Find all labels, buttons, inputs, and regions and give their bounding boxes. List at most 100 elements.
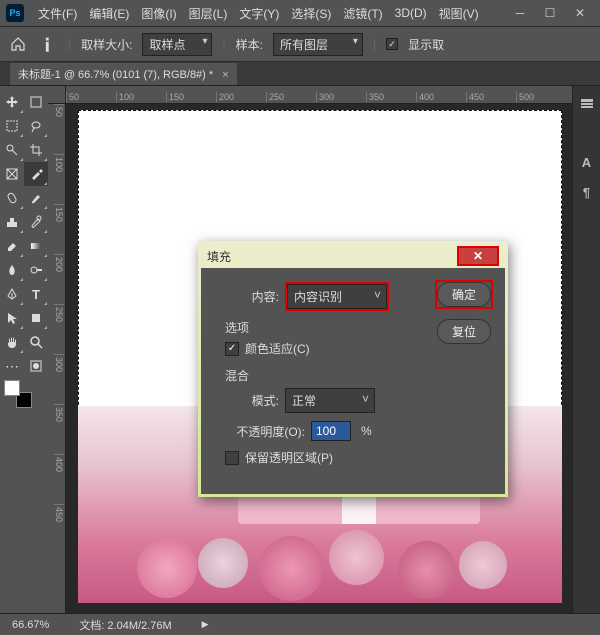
menu-type[interactable]: 文字(Y) xyxy=(233,2,285,25)
dialog-close-button[interactable]: ✕ xyxy=(457,246,499,266)
status-chevron-icon[interactable]: ▶ xyxy=(202,619,209,630)
ruler-tick: 200 xyxy=(216,92,266,102)
marquee-tool[interactable] xyxy=(0,114,24,138)
ruler-tick: 50 xyxy=(66,92,116,102)
type-tool[interactable]: T xyxy=(24,282,48,306)
ruler-tick: 150 xyxy=(54,204,64,254)
ruler-tick: 450 xyxy=(466,92,516,102)
menu-filter[interactable]: 滤镜(T) xyxy=(337,2,388,25)
preserve-trans-checkbox[interactable] xyxy=(225,451,239,465)
opacity-input[interactable]: 100 xyxy=(311,421,351,441)
frame-tool[interactable] xyxy=(0,162,24,186)
move-tool[interactable] xyxy=(0,90,24,114)
menu-image[interactable]: 图像(I) xyxy=(135,2,182,25)
ruler-origin[interactable] xyxy=(48,86,66,104)
color-adapt-checkbox[interactable]: ✓ xyxy=(225,342,239,356)
dialog-body: 确定 复位 内容: 内容识别 选项 ✓ 颜色适应(C) 混合 模式: 正常 xyxy=(201,268,505,494)
minimize-button[interactable]: ─ xyxy=(506,3,534,23)
zoom-level[interactable]: 66.67% xyxy=(12,619,49,631)
mode-dropdown[interactable]: 正常 xyxy=(285,388,375,413)
ruler-tick: 50 xyxy=(54,104,64,154)
menu-3d[interactable]: 3D(D) xyxy=(389,3,433,23)
ruler-tick: 300 xyxy=(316,92,366,102)
artboard-tool[interactable] xyxy=(24,90,48,114)
ruler-tick: 400 xyxy=(54,454,64,504)
history-panel-icon[interactable] xyxy=(577,94,597,114)
eyedropper-icon[interactable] xyxy=(35,31,62,58)
healing-tool[interactable] xyxy=(0,186,24,210)
brush-tool[interactable] xyxy=(24,186,48,210)
paragraph-panel-icon[interactable]: ¶ xyxy=(577,182,597,202)
blend-section-label: 混合 xyxy=(225,367,491,384)
content-dropdown[interactable]: 内容识别 xyxy=(287,284,387,309)
status-bar: 66.67% 文档: 2.04M/2.76M ▶ xyxy=(0,613,600,635)
reset-button[interactable]: 复位 xyxy=(437,319,491,344)
color-adapt-label: 颜色适应(C) xyxy=(245,340,310,357)
menu-bar: Ps 文件(F) 编辑(E) 图像(I) 图层(L) 文字(Y) 选择(S) 滤… xyxy=(0,0,600,26)
maximize-button[interactable]: ☐ xyxy=(536,3,564,23)
flowers xyxy=(102,504,538,603)
menu-layer[interactable]: 图层(L) xyxy=(183,2,234,25)
dialog-titlebar[interactable]: 填充 ✕ xyxy=(201,244,505,268)
quick-mask[interactable] xyxy=(24,354,48,378)
app-logo: Ps xyxy=(6,4,24,22)
dodge-tool[interactable] xyxy=(24,258,48,282)
sample-size-dropdown[interactable]: 取样点 xyxy=(142,33,212,56)
mode-label: 模式: xyxy=(215,392,285,409)
preserve-trans-label: 保留透明区域(P) xyxy=(245,449,333,466)
options-bar: | 取样大小: 取样点 | 样本: 所有图层 | ✓ 显示取 xyxy=(0,26,600,62)
sample-label: 样本: xyxy=(236,36,263,53)
ruler-horizontal[interactable]: 50 100 150 200 250 300 350 400 450 500 xyxy=(66,86,572,104)
sample-dropdown[interactable]: 所有图层 xyxy=(273,33,363,56)
menu-file[interactable]: 文件(F) xyxy=(32,2,83,25)
menu-select[interactable]: 选择(S) xyxy=(285,2,337,25)
show-ring-label: 显示取 xyxy=(408,36,444,53)
menu-view[interactable]: 视图(V) xyxy=(433,2,485,25)
close-window-button[interactable]: ✕ xyxy=(566,3,594,23)
path-select-tool[interactable] xyxy=(0,306,24,330)
window-controls: ─ ☐ ✕ xyxy=(506,3,594,23)
zoom-tool[interactable] xyxy=(24,330,48,354)
quick-select-tool[interactable] xyxy=(0,138,24,162)
document-tab-bar: 未标题-1 @ 66.7% (0101 (7), RGB/8#) * × xyxy=(0,62,600,86)
shape-tool[interactable] xyxy=(24,306,48,330)
document-tab-close[interactable]: × xyxy=(222,69,228,81)
ruler-tick: 300 xyxy=(54,354,64,404)
eyedropper-tool[interactable] xyxy=(24,162,48,186)
ruler-tick: 200 xyxy=(54,254,64,304)
edit-toolbar[interactable]: ⋯ xyxy=(0,354,24,378)
ok-button[interactable]: 确定 xyxy=(437,282,491,307)
home-icon[interactable] xyxy=(8,35,28,53)
show-ring-checkbox[interactable]: ✓ xyxy=(386,38,398,50)
document-tab-title: 未标题-1 @ 66.7% (0101 (7), RGB/8#) * xyxy=(18,69,213,81)
ruler-tick: 500 xyxy=(516,92,566,102)
hand-tool[interactable] xyxy=(0,330,24,354)
foreground-swatch[interactable] xyxy=(4,380,20,396)
canvas-area: 50 100 150 200 250 300 350 400 450 500 5… xyxy=(48,86,572,613)
dialog-title: 填充 xyxy=(207,248,231,265)
pen-tool[interactable] xyxy=(0,282,24,306)
fill-dialog: 填充 ✕ 确定 复位 内容: 内容识别 选项 ✓ 颜色适应(C) 混合 xyxy=(198,241,508,497)
ruler-tick: 400 xyxy=(416,92,466,102)
lasso-tool[interactable] xyxy=(24,114,48,138)
document-info[interactable]: 文档: 2.04M/2.76M xyxy=(79,617,171,633)
eraser-tool[interactable] xyxy=(0,234,24,258)
clone-tool[interactable] xyxy=(0,210,24,234)
blur-tool[interactable] xyxy=(0,258,24,282)
document-tab[interactable]: 未标题-1 @ 66.7% (0101 (7), RGB/8#) * × xyxy=(10,63,237,85)
ruler-tick: 350 xyxy=(366,92,416,102)
right-panel: A ¶ xyxy=(572,86,600,613)
menu-edit[interactable]: 编辑(E) xyxy=(83,2,135,25)
history-brush-tool[interactable] xyxy=(24,210,48,234)
ruler-tick: 250 xyxy=(266,92,316,102)
ruler-vertical[interactable]: 50 100 150 200 250 300 350 400 450 xyxy=(48,104,66,613)
gradient-tool[interactable] xyxy=(24,234,48,258)
content-label: 内容: xyxy=(215,288,285,305)
color-swatches[interactable] xyxy=(4,380,32,408)
ruler-tick: 100 xyxy=(54,154,64,204)
tool-panel: T ⋯ xyxy=(0,86,48,613)
character-panel-icon[interactable]: A xyxy=(577,152,597,172)
ruler-tick: 250 xyxy=(54,304,64,354)
ruler-tick: 350 xyxy=(54,404,64,454)
crop-tool[interactable] xyxy=(24,138,48,162)
